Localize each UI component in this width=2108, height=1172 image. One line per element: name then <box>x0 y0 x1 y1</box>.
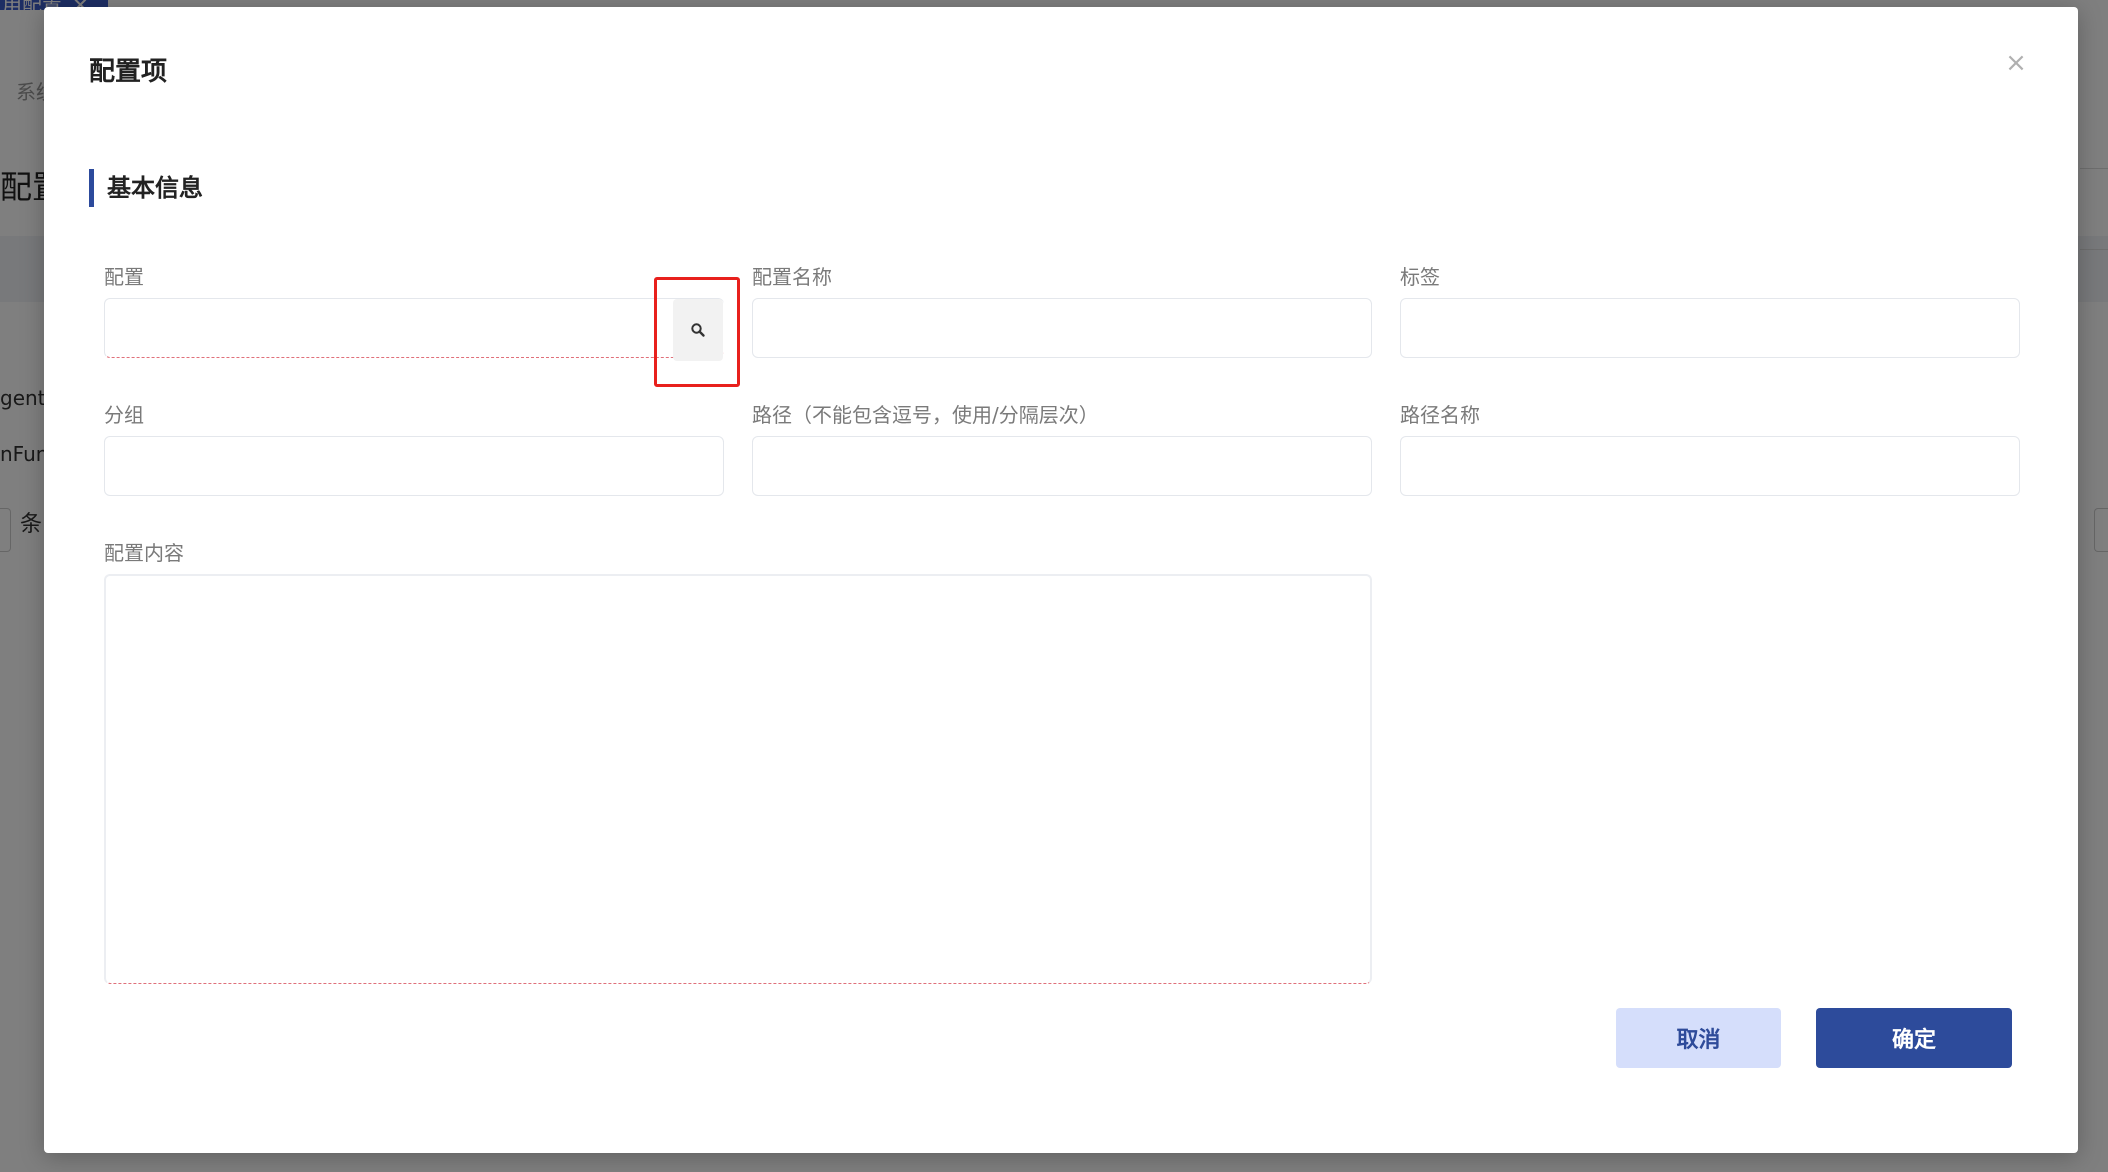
path-name-input[interactable] <box>1400 436 2020 496</box>
config-name-input[interactable] <box>752 298 1372 358</box>
search-icon <box>691 323 705 337</box>
tags-input[interactable] <box>1400 298 2020 358</box>
section-title-basic-info: 基本信息 <box>89 169 203 207</box>
path-name-label: 路径名称 <box>1400 403 1480 427</box>
config-label: 配置 <box>104 265 144 289</box>
config-item-dialog: 配置项 × 基本信息 配置 配置名称 标签 分组 路径（不能包含逗号，使用/分隔… <box>44 7 2078 1153</box>
page: 用配置✕ 系统 配置 gent nFun 条 配置项 × 基本信息 配置 配置名… <box>0 0 2108 1172</box>
dialog-title: 配置项 <box>89 57 168 87</box>
tags-label: 标签 <box>1400 265 1440 289</box>
path-input[interactable] <box>752 436 1372 496</box>
config-content-label: 配置内容 <box>104 541 184 565</box>
close-icon[interactable]: × <box>2001 48 2031 78</box>
cancel-button[interactable]: 取消 <box>1616 1008 1781 1068</box>
path-label: 路径（不能包含逗号，使用/分隔层次） <box>752 403 1099 427</box>
group-label: 分组 <box>104 403 144 427</box>
confirm-button[interactable]: 确定 <box>1816 1008 2012 1068</box>
config-content-textarea[interactable] <box>104 574 1372 984</box>
config-search-button[interactable] <box>673 299 723 361</box>
config-input[interactable] <box>104 298 724 358</box>
group-input[interactable] <box>104 436 724 496</box>
config-name-label: 配置名称 <box>752 265 832 289</box>
